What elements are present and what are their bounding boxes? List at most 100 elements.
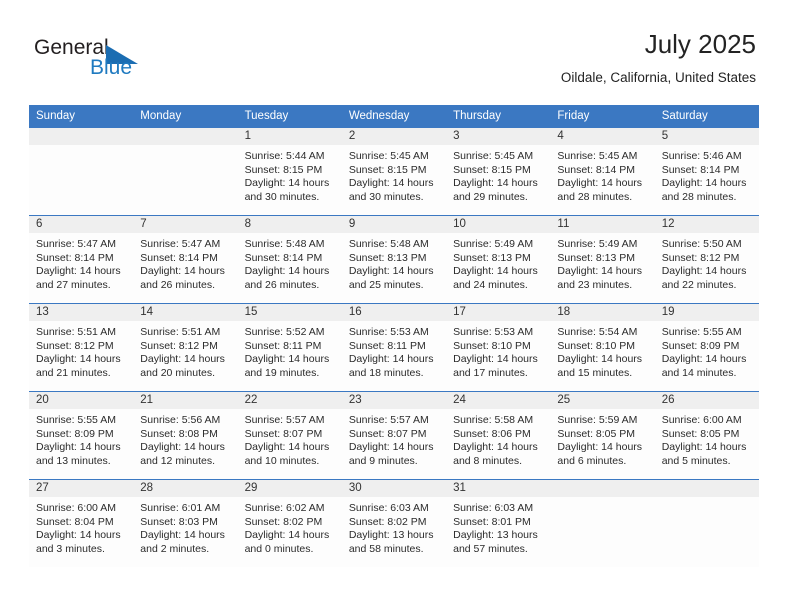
calendar-day-cell[interactable]: 12 Sunrise: 5:50 AM Sunset: 8:12 PM Dayli… bbox=[654, 215, 759, 304]
calendar-week-row: 13 Sunrise: 5:51 AM Sunset: 8:12 PM Dayli… bbox=[29, 303, 759, 392]
day-number bbox=[550, 480, 655, 497]
calendar-day-cell[interactable]: 18 Sunrise: 5:54 AM Sunset: 8:10 PM Dayli… bbox=[550, 303, 655, 392]
calendar-day-cell[interactable]: 16 Sunrise: 5:53 AM Sunset: 8:11 PM Dayli… bbox=[341, 303, 447, 392]
sun-times-text: Sunrise: 6:01 AM Sunset: 8:03 PM Dayligh… bbox=[140, 502, 225, 555]
sun-times-text: Sunrise: 5:56 AM Sunset: 8:08 PM Dayligh… bbox=[140, 414, 225, 467]
calendar-cell-inner: 24 Sunrise: 5:58 AM Sunset: 8:06 PM Dayli… bbox=[446, 392, 551, 479]
calendar-day-cell[interactable]: 11 Sunrise: 5:49 AM Sunset: 8:13 PM Dayli… bbox=[550, 215, 655, 304]
sun-times-text: Sunrise: 5:59 AM Sunset: 8:05 PM Dayligh… bbox=[557, 414, 643, 467]
calendar-day-cell[interactable]: 22 Sunrise: 5:57 AM Sunset: 8:07 PM Dayli… bbox=[237, 391, 342, 480]
calendar-cell-inner: 22 Sunrise: 5:57 AM Sunset: 8:07 PM Dayli… bbox=[237, 392, 342, 479]
weekday-header-thursday: Thursday bbox=[446, 105, 551, 128]
page-subtitle: Oildale, California, United States bbox=[560, 70, 756, 85]
day-number: 8 bbox=[237, 216, 342, 233]
calendar-cell-inner bbox=[29, 128, 134, 215]
weekday-header-friday: Friday bbox=[550, 105, 655, 128]
day-number: 15 bbox=[237, 304, 342, 321]
general-blue-logo[interactable]: General Blue bbox=[34, 36, 214, 86]
calendar-day-cell[interactable]: 6 Sunrise: 5:47 AM Sunset: 8:14 PM Daylig… bbox=[29, 215, 134, 304]
sun-times-text: Sunrise: 5:44 AM Sunset: 8:15 PM Dayligh… bbox=[244, 150, 330, 203]
calendar-cell-inner: 23 Sunrise: 5:57 AM Sunset: 8:07 PM Dayli… bbox=[341, 392, 447, 479]
calendar-day-cell[interactable]: 10 Sunrise: 5:49 AM Sunset: 8:13 PM Dayli… bbox=[446, 215, 551, 304]
calendar-day-cell[interactable]: 1 Sunrise: 5:44 AM Sunset: 8:15 PM Daylig… bbox=[237, 128, 342, 216]
day-number: 22 bbox=[237, 392, 342, 409]
sun-times-text: Sunrise: 6:00 AM Sunset: 8:05 PM Dayligh… bbox=[661, 414, 747, 467]
calendar-cell-inner: 1 Sunrise: 5:44 AM Sunset: 8:15 PM Daylig… bbox=[237, 128, 342, 215]
day-number: 24 bbox=[446, 392, 551, 409]
sun-times-text: Sunrise: 5:53 AM Sunset: 8:10 PM Dayligh… bbox=[453, 326, 538, 379]
calendar-cell-inner: 13 Sunrise: 5:51 AM Sunset: 8:12 PM Dayli… bbox=[29, 304, 134, 391]
calendar-cell-inner: 3 Sunrise: 5:45 AM Sunset: 8:15 PM Daylig… bbox=[446, 128, 551, 215]
calendar-day-cell[interactable]: 13 Sunrise: 5:51 AM Sunset: 8:12 PM Dayli… bbox=[29, 303, 134, 392]
calendar-cell-inner: 21 Sunrise: 5:56 AM Sunset: 8:08 PM Dayli… bbox=[133, 392, 238, 479]
sun-times-text bbox=[29, 145, 133, 150]
calendar-day-cell[interactable]: 27 Sunrise: 6:00 AM Sunset: 8:04 PM Dayli… bbox=[29, 479, 134, 567]
day-number: 11 bbox=[550, 216, 655, 233]
calendar-day-cell[interactable]: 19 Sunrise: 5:55 AM Sunset: 8:09 PM Dayli… bbox=[654, 303, 759, 392]
calendar-day-cell[interactable]: 4 Sunrise: 5:45 AM Sunset: 8:14 PM Daylig… bbox=[550, 128, 655, 216]
calendar-day-cell[interactable]: 29 Sunrise: 6:02 AM Sunset: 8:02 PM Dayli… bbox=[237, 479, 342, 567]
day-number: 23 bbox=[341, 392, 447, 409]
calendar-cell-inner: 18 Sunrise: 5:54 AM Sunset: 8:10 PM Dayli… bbox=[550, 304, 655, 391]
day-number bbox=[133, 128, 238, 145]
calendar-day-cell[interactable]: 24 Sunrise: 5:58 AM Sunset: 8:06 PM Dayli… bbox=[446, 391, 551, 480]
calendar-cell-inner: 2 Sunrise: 5:45 AM Sunset: 8:15 PM Daylig… bbox=[341, 128, 447, 215]
sun-times-text: Sunrise: 6:02 AM Sunset: 8:02 PM Dayligh… bbox=[244, 502, 330, 555]
calendar-cell-inner: 10 Sunrise: 5:49 AM Sunset: 8:13 PM Dayli… bbox=[446, 216, 551, 303]
day-number: 6 bbox=[29, 216, 134, 233]
day-number: 4 bbox=[550, 128, 655, 145]
calendar-cell-inner: 25 Sunrise: 5:59 AM Sunset: 8:05 PM Dayli… bbox=[550, 392, 655, 479]
calendar-day-cell[interactable]: 26 Sunrise: 6:00 AM Sunset: 8:05 PM Dayli… bbox=[654, 391, 759, 480]
weekday-header-saturday: Saturday bbox=[654, 105, 759, 128]
calendar-day-cell[interactable]: 2 Sunrise: 5:45 AM Sunset: 8:15 PM Daylig… bbox=[341, 128, 447, 216]
calendar-day-cell[interactable]: 8 Sunrise: 5:48 AM Sunset: 8:14 PM Daylig… bbox=[237, 215, 342, 304]
logo-text-blue: Blue bbox=[90, 56, 133, 79]
weekday-header-monday: Monday bbox=[133, 105, 238, 128]
sun-times-text: Sunrise: 6:03 AM Sunset: 8:02 PM Dayligh… bbox=[348, 502, 434, 555]
calendar-cell-inner: 11 Sunrise: 5:49 AM Sunset: 8:13 PM Dayli… bbox=[550, 216, 655, 303]
calendar-day-cell[interactable]: 31 Sunrise: 6:03 AM Sunset: 8:01 PM Dayli… bbox=[446, 479, 551, 567]
day-number: 25 bbox=[550, 392, 655, 409]
day-number: 30 bbox=[341, 480, 447, 497]
calendar-cell-inner bbox=[550, 480, 655, 567]
calendar-cell-empty bbox=[550, 479, 655, 567]
day-number: 14 bbox=[133, 304, 238, 321]
calendar-day-cell[interactable]: 28 Sunrise: 6:01 AM Sunset: 8:03 PM Dayli… bbox=[133, 479, 238, 567]
calendar-cell-inner: 26 Sunrise: 6:00 AM Sunset: 8:05 PM Dayli… bbox=[654, 392, 759, 479]
day-number: 21 bbox=[133, 392, 238, 409]
calendar-day-cell[interactable]: 3 Sunrise: 5:45 AM Sunset: 8:15 PM Daylig… bbox=[446, 128, 551, 216]
calendar-cell-inner: 12 Sunrise: 5:50 AM Sunset: 8:12 PM Dayli… bbox=[654, 216, 759, 303]
calendar-day-cell[interactable]: 20 Sunrise: 5:55 AM Sunset: 8:09 PM Dayli… bbox=[29, 391, 134, 480]
calendar-day-cell[interactable]: 15 Sunrise: 5:52 AM Sunset: 8:11 PM Dayli… bbox=[237, 303, 342, 392]
day-number: 31 bbox=[446, 480, 551, 497]
day-number: 27 bbox=[29, 480, 134, 497]
day-number bbox=[29, 128, 134, 145]
day-number: 29 bbox=[237, 480, 342, 497]
calendar-day-cell[interactable]: 5 Sunrise: 5:46 AM Sunset: 8:14 PM Daylig… bbox=[654, 128, 759, 216]
sun-times-text: Sunrise: 5:48 AM Sunset: 8:13 PM Dayligh… bbox=[348, 238, 434, 291]
sun-times-text: Sunrise: 5:47 AM Sunset: 8:14 PM Dayligh… bbox=[36, 238, 121, 291]
sun-times-text: Sunrise: 5:54 AM Sunset: 8:10 PM Dayligh… bbox=[557, 326, 643, 379]
calendar-cell-inner: 29 Sunrise: 6:02 AM Sunset: 8:02 PM Dayli… bbox=[237, 480, 342, 567]
day-number: 3 bbox=[446, 128, 551, 145]
calendar-cell-inner: 20 Sunrise: 5:55 AM Sunset: 8:09 PM Dayli… bbox=[29, 392, 134, 479]
day-number: 19 bbox=[654, 304, 759, 321]
calendar-day-cell[interactable]: 25 Sunrise: 5:59 AM Sunset: 8:05 PM Dayli… bbox=[550, 391, 655, 480]
sun-times-text: Sunrise: 6:03 AM Sunset: 8:01 PM Dayligh… bbox=[453, 502, 538, 555]
calendar-day-cell[interactable]: 7 Sunrise: 5:47 AM Sunset: 8:14 PM Daylig… bbox=[133, 215, 238, 304]
calendar-cell-inner: 4 Sunrise: 5:45 AM Sunset: 8:14 PM Daylig… bbox=[550, 128, 655, 215]
weekday-header-wednesday: Wednesday bbox=[341, 105, 447, 128]
sun-times-text: Sunrise: 5:45 AM Sunset: 8:15 PM Dayligh… bbox=[348, 150, 434, 203]
day-number: 28 bbox=[133, 480, 238, 497]
calendar-cell-inner bbox=[654, 480, 759, 567]
sun-times-text: Sunrise: 6:00 AM Sunset: 8:04 PM Dayligh… bbox=[36, 502, 121, 555]
calendar-day-cell[interactable]: 30 Sunrise: 6:03 AM Sunset: 8:02 PM Dayli… bbox=[341, 479, 447, 567]
day-number: 2 bbox=[341, 128, 447, 145]
calendar-day-cell[interactable]: 23 Sunrise: 5:57 AM Sunset: 8:07 PM Dayli… bbox=[341, 391, 447, 480]
calendar-cell-empty bbox=[654, 479, 759, 567]
calendar-week-row: 6 Sunrise: 5:47 AM Sunset: 8:14 PM Daylig… bbox=[29, 215, 759, 304]
calendar-day-cell[interactable]: 14 Sunrise: 5:51 AM Sunset: 8:12 PM Dayli… bbox=[133, 303, 238, 392]
calendar-day-cell[interactable]: 21 Sunrise: 5:56 AM Sunset: 8:08 PM Dayli… bbox=[133, 391, 238, 480]
calendar-day-cell[interactable]: 9 Sunrise: 5:48 AM Sunset: 8:13 PM Daylig… bbox=[341, 215, 447, 304]
calendar-day-cell[interactable]: 17 Sunrise: 5:53 AM Sunset: 8:10 PM Dayli… bbox=[446, 303, 551, 392]
